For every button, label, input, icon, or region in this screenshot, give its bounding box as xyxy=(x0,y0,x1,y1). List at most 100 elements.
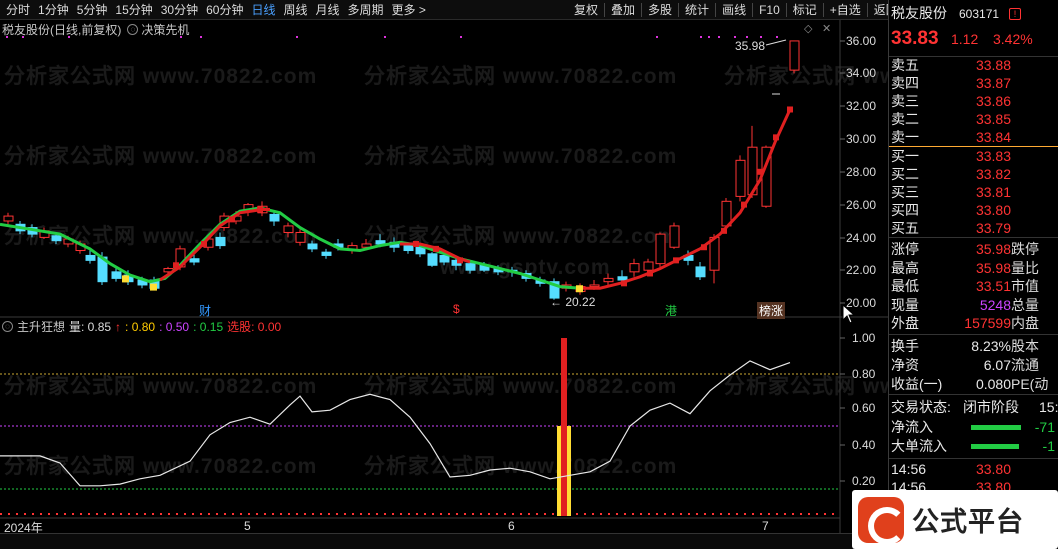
stat-row: 现量 5248 总量 xyxy=(889,296,1058,314)
bottom-tabbar xyxy=(0,533,888,549)
event-tag[interactable]: 港 xyxy=(665,302,677,319)
trend-marker xyxy=(757,168,763,175)
candle-body xyxy=(3,215,14,222)
trend-marker xyxy=(173,262,179,269)
stat2-row-extra: PE(动 xyxy=(1011,376,1049,392)
stat-row: 涨停 35.98 跌停 xyxy=(889,240,1058,258)
signal-dot xyxy=(760,36,762,38)
candle-body xyxy=(617,276,628,281)
high-label: 35.98 xyxy=(735,39,766,53)
candle-body xyxy=(403,245,414,252)
trend-marker xyxy=(701,244,707,251)
stat-row-extra: 量比 xyxy=(1011,259,1039,276)
flow-value: -71 xyxy=(1034,419,1055,435)
indicator-line xyxy=(0,360,791,487)
signal-bar-yellow xyxy=(557,426,561,516)
price-tick-label: 26.00 xyxy=(846,198,877,212)
ask-level-label: 卖二 xyxy=(891,111,919,127)
candle-body xyxy=(603,277,614,283)
flow-row: 净流入 -71 xyxy=(889,418,1058,436)
signal-dot xyxy=(180,36,182,38)
ask-level-value: 33.85 xyxy=(975,111,1011,127)
trend-marker xyxy=(257,206,263,213)
signal-dot xyxy=(700,36,702,38)
kline-chart[interactable] xyxy=(0,0,888,533)
status-value: 闭市阶段 xyxy=(963,399,1019,415)
event-tag[interactable]: 榜涨 xyxy=(757,302,786,319)
signal-dot xyxy=(22,36,24,38)
candle-body xyxy=(629,263,640,273)
signal-dots xyxy=(6,36,778,38)
signal-dot xyxy=(460,36,462,38)
trend-marker xyxy=(673,257,679,264)
candle-body xyxy=(695,266,706,278)
stat2-row-label: 收益(一) xyxy=(891,376,943,392)
candle-body xyxy=(789,40,800,71)
flow-value: -1 xyxy=(1042,438,1055,454)
stat-row-label: 最高 xyxy=(891,259,919,276)
flow-row: 大单流入 -1 xyxy=(889,437,1058,455)
signal-dot xyxy=(734,36,736,38)
candle-body xyxy=(321,251,332,256)
tick-row: 14:56 33.80 xyxy=(889,460,1058,478)
candle-body xyxy=(589,284,600,288)
stat-row-label: 外盘 xyxy=(891,315,919,331)
stat-row-extra: 跌停 xyxy=(1011,241,1039,257)
ask-level-value: 33.87 xyxy=(975,75,1011,91)
badge-text: 公式平台 xyxy=(912,507,1024,537)
trend-marker xyxy=(201,240,207,247)
bid-level-value: 33.81 xyxy=(975,184,1011,200)
trend-marker xyxy=(773,134,779,141)
trend-line-green xyxy=(0,206,581,290)
event-tag[interactable]: $ xyxy=(453,302,460,316)
candle-body xyxy=(51,235,62,242)
price-tick-label: 30.00 xyxy=(846,132,877,146)
trend-marker xyxy=(413,240,419,247)
bid-level: 买五 33.79 xyxy=(889,219,1058,237)
indicator-value: : 0.15 xyxy=(193,319,224,334)
stat-row-value: 5248 xyxy=(979,296,1011,313)
trend-marker xyxy=(576,285,583,293)
bid-level-label: 买五 xyxy=(891,220,919,236)
bid-level-label: 买三 xyxy=(891,184,919,200)
stat2-row-value: 0.080 xyxy=(975,376,1011,392)
price-tick-label: 36.00 xyxy=(846,34,877,48)
candle-body xyxy=(85,254,96,261)
stat-row-extra: 内盘 xyxy=(1011,315,1039,331)
ask-level-label: 卖三 xyxy=(891,93,919,109)
price-ticks xyxy=(840,40,845,482)
trend-marker xyxy=(150,283,157,291)
candle-body xyxy=(111,271,122,279)
flow-label: 净流入 xyxy=(891,419,933,435)
stat-row-label: 涨停 xyxy=(891,241,919,257)
indicator-value: ↑ xyxy=(115,319,122,334)
trend-marker xyxy=(122,275,129,283)
indicator-tick-label: 0.60 xyxy=(852,401,876,415)
signal-dot xyxy=(718,36,720,38)
alert-icon[interactable]: ! xyxy=(1009,8,1021,20)
quote-panel: 税友股份 603171 ! 33.83 1.12 3.42% 卖五 33.88 卖四… xyxy=(888,0,1058,549)
stock-name-row: 税友股份 603171 ! xyxy=(889,4,1058,24)
stat-row-value: 33.51 xyxy=(975,278,1011,294)
ask-level-value: 33.84 xyxy=(975,129,1011,145)
candle-body xyxy=(465,263,476,271)
bid-level-label: 买二 xyxy=(891,166,919,182)
candle-body xyxy=(295,231,306,243)
low-label: ← 20.22 xyxy=(550,295,596,309)
event-tag[interactable]: 财 xyxy=(199,302,211,319)
price-change-pct: 3.42% xyxy=(993,31,1033,47)
trend-marker xyxy=(787,106,793,113)
gsp-logo-icon xyxy=(858,496,906,545)
candle-body xyxy=(283,225,294,233)
indicator-title[interactable]: 主升狂想 xyxy=(17,318,65,335)
indicator-settings-icon[interactable]: ◌ xyxy=(2,320,13,332)
indicator-tick-label: 0.20 xyxy=(852,474,876,488)
candle-body xyxy=(439,254,450,263)
date-tick-label: 7 xyxy=(762,519,769,533)
bid-level: 买二 33.82 xyxy=(889,165,1058,183)
stat2-row-label: 换手 xyxy=(891,338,919,354)
price-tick-label: 22.00 xyxy=(846,263,877,277)
bid-level-value: 33.83 xyxy=(975,148,1011,164)
tick-price: 33.80 xyxy=(975,461,1011,477)
signal-dot xyxy=(746,36,748,38)
